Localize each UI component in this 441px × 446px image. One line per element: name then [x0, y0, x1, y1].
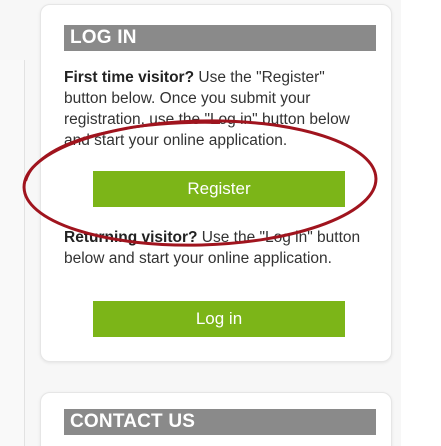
login-card: LOG IN First time visitor? Use the "Regi… [40, 4, 392, 362]
first-time-visitor-text: First time visitor? Use the "Register" b… [64, 67, 364, 151]
login-heading: LOG IN [64, 25, 376, 51]
returning-visitor-label: Returning visitor? [64, 229, 198, 246]
left-divider [0, 60, 25, 446]
page: LOG IN First time visitor? Use the "Regi… [0, 0, 441, 446]
contact-heading: CONTACT US [64, 409, 376, 435]
contact-card: CONTACT US [40, 392, 392, 446]
login-button[interactable]: Log in [93, 301, 345, 337]
first-time-visitor-label: First time visitor? [64, 69, 195, 86]
register-button[interactable]: Register [93, 171, 345, 207]
right-margin [401, 0, 441, 446]
returning-visitor-text: Returning visitor? Use the "Log in" butt… [64, 227, 364, 269]
